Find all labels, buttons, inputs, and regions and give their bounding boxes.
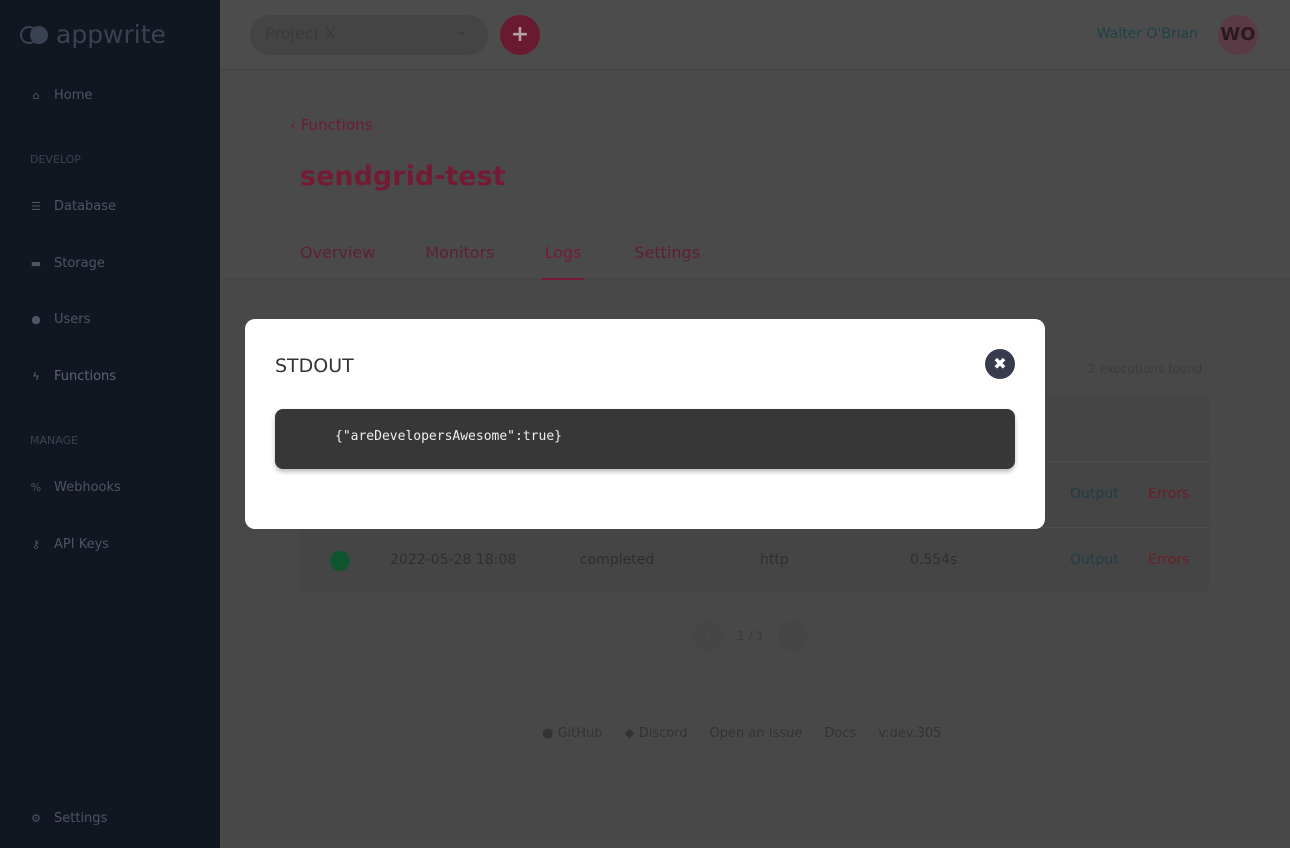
sidebar-item-settings[interactable]: ⚙ Settings [30, 811, 107, 826]
section-manage: MANAGE [30, 434, 79, 447]
docs-link[interactable]: Docs [824, 726, 856, 741]
execution-date: 2022-05-28 18:08 [390, 552, 517, 568]
table-row: 2022-05-28 18:08 completed http 0.554s O… [300, 527, 1210, 593]
header: Project X ⌄ + Walter O'Brian WO [220, 0, 1290, 70]
next-page-button[interactable]: › [777, 621, 808, 651]
modal-title: STDOUT [275, 355, 354, 377]
tabs: Overview Monitors Logs Settings [300, 243, 700, 280]
bolt-icon: ϟ [32, 370, 40, 383]
page-indicator: 1 / 1 [737, 629, 764, 643]
gear-icon: ⚙ [31, 812, 41, 825]
sidebar: appwrite ⌂ Home DEVELOP ☰ Database ▬ Storag… [0, 0, 220, 848]
tab-overview[interactable]: Overview [300, 243, 375, 280]
version: v:dev.305 [878, 726, 942, 741]
sidebar-item-users[interactable]: ● Users [30, 312, 90, 327]
chevron-down-icon: ⌄ [456, 23, 468, 39]
errors-link[interactable]: Errors [1148, 552, 1189, 568]
stdout-output: {"areDevelopersAwesome":true} [275, 409, 1015, 469]
output-link[interactable]: Output [1070, 552, 1119, 568]
chevron-left-icon: ‹ [290, 116, 301, 134]
sidebar-item-database[interactable]: ☰ Database [30, 199, 116, 214]
close-icon: ✖ [993, 354, 1007, 373]
prev-page-button[interactable]: ‹ [693, 621, 723, 651]
project-selector[interactable]: Project X ⌄ [250, 15, 488, 55]
sidebar-item-functions[interactable]: ϟ Functions [30, 369, 116, 384]
sidebar-item-home[interactable]: ⌂ Home [30, 88, 93, 103]
back-link[interactable]: ‹ Functions [290, 116, 372, 134]
pagination: ‹ 1 / 1 › [693, 621, 808, 651]
execution-time: 0.554s [910, 552, 958, 568]
add-project-button[interactable]: + [500, 15, 540, 55]
close-button[interactable]: ✖ [985, 349, 1015, 379]
section-develop: DEVELOP [30, 153, 81, 166]
executions-count: 2 executions found [1088, 362, 1203, 376]
sidebar-item-storage[interactable]: ▬ Storage [30, 256, 105, 271]
tab-logs[interactable]: Logs [541, 243, 585, 280]
logo-icon [20, 24, 50, 46]
stdout-modal: STDOUT ✖ {"areDevelopersAwesome":true} [245, 319, 1045, 529]
database-icon: ☰ [31, 200, 41, 213]
discord-icon: ◆ [624, 726, 639, 741]
tab-monitors[interactable]: Monitors [425, 243, 494, 280]
link-icon: % [30, 481, 42, 494]
footer: ● GitHub ◆ Discord Open an Issue Docs v:… [542, 726, 942, 741]
page-header: ‹ Functions sendgrid-test Overview Monit… [220, 71, 1290, 280]
sidebar-item-webhooks[interactable]: % Webhooks [30, 480, 121, 495]
avatar[interactable]: WO [1218, 15, 1258, 55]
folder-icon: ▬ [30, 257, 42, 270]
user-name[interactable]: Walter O'Brian [1097, 26, 1198, 42]
tab-settings[interactable]: Settings [634, 243, 700, 280]
appwrite-logo[interactable]: appwrite [20, 20, 166, 49]
users-icon: ● [31, 313, 41, 326]
discord-link[interactable]: ◆ Discord [625, 726, 688, 741]
sidebar-item-api-keys[interactable]: ⚷ API Keys [30, 537, 109, 552]
github-link[interactable]: ● GitHub [542, 726, 603, 741]
execution-status: completed [580, 552, 655, 568]
github-icon: ● [542, 726, 558, 741]
key-icon: ⚷ [31, 538, 41, 551]
output-link[interactable]: Output [1070, 486, 1119, 502]
page-title: sendgrid-test [300, 161, 506, 192]
status-indicator [330, 551, 350, 571]
open-issue-link[interactable]: Open an Issue [710, 726, 803, 741]
execution-trigger: http [760, 552, 789, 568]
home-icon: ⌂ [32, 89, 40, 102]
errors-link[interactable]: Errors [1148, 486, 1189, 502]
